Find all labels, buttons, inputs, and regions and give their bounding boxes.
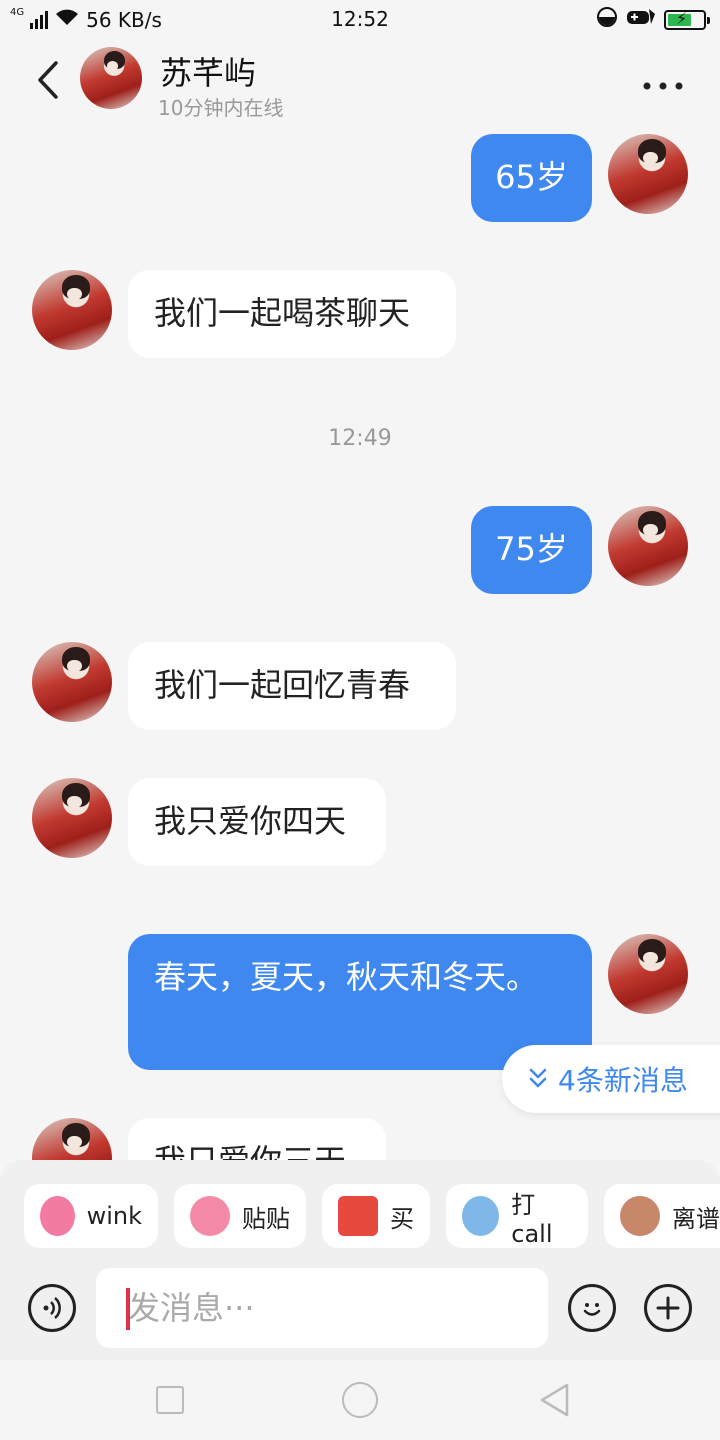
double-chevron-down-icon <box>528 1063 548 1096</box>
contact-avatar[interactable] <box>32 642 112 722</box>
sticker-buy[interactable]: 买 <box>322 1184 430 1248</box>
my-avatar[interactable] <box>608 506 688 586</box>
contact-avatar[interactable] <box>32 778 112 858</box>
call-sticker-icon <box>462 1196 500 1236</box>
message-bubble-received[interactable]: 我只爱你四天 <box>128 778 386 866</box>
sticker-label: 离谱 <box>672 1204 720 1233</box>
recent-apps-icon[interactable] <box>156 1386 184 1414</box>
message-bubble-sent[interactable]: 65岁 <box>471 134 592 222</box>
buy-sticker-icon <box>338 1196 378 1236</box>
message-bubble-sent[interactable]: 75岁 <box>471 506 592 594</box>
text-cursor <box>126 1288 130 1330</box>
composer-panel: wink 贴贴 买 打call 离谱 <box>0 1160 720 1360</box>
message-bubble-received[interactable]: 我们一起回忆青春 <box>128 642 456 730</box>
my-avatar[interactable] <box>608 134 688 214</box>
new-messages-button[interactable]: 4条新消息 <box>502 1045 720 1113</box>
sticker-suggestions: wink 贴贴 买 打call 离谱 <box>0 1184 720 1248</box>
message-bubble-received[interactable]: 我只爱你三天 <box>128 1118 386 1160</box>
message-input[interactable] <box>96 1268 548 1348</box>
sticker-wink[interactable]: wink <box>24 1184 158 1248</box>
time-separator: 12:49 <box>328 426 392 451</box>
sticker-label: 买 <box>390 1204 414 1233</box>
plus-icon[interactable] <box>644 1284 692 1332</box>
sticker-label: 打call <box>511 1190 553 1248</box>
contact-avatar[interactable] <box>32 270 112 350</box>
status-right: ⚡ <box>596 6 710 33</box>
new-messages-label: 4条新消息 <box>558 1064 688 1097</box>
my-avatar[interactable] <box>608 934 688 1014</box>
sticker-label: 贴贴 <box>242 1204 290 1233</box>
status-bar: 4G 56 KB/s 12:52 ⚡ <box>0 0 720 40</box>
sticker-dacall[interactable]: 打call <box>446 1184 588 1248</box>
contact-avatar[interactable] <box>32 1118 112 1160</box>
alarm-icon <box>596 6 618 33</box>
chat-header: 苏芊屿 10分钟内在线 <box>0 40 720 122</box>
input-row <box>0 1268 720 1348</box>
contact-avatar[interactable] <box>80 47 142 109</box>
emoji-icon[interactable] <box>568 1284 616 1332</box>
sticker-lipu[interactable]: 离谱 <box>604 1184 720 1248</box>
system-nav-bar <box>0 1360 720 1440</box>
home-icon[interactable] <box>342 1382 378 1418</box>
shocked-sticker-icon <box>620 1196 660 1236</box>
more-icon[interactable] <box>642 64 684 99</box>
wink-sticker-icon <box>40 1196 75 1236</box>
contact-online-status: 10分钟内在线 <box>158 96 284 120</box>
battery-charging-icon: ⚡ <box>664 9 710 30</box>
gamepad-icon <box>626 6 656 33</box>
chevron-left-icon[interactable] <box>30 60 66 100</box>
sticker-label: wink <box>86 1202 142 1230</box>
sticker-tietie[interactable]: 贴贴 <box>174 1184 306 1248</box>
message-bubble-received[interactable]: 我们一起喝茶聊天 <box>128 270 456 358</box>
voice-icon[interactable] <box>28 1284 76 1332</box>
message-list[interactable]: 65岁 我们一起喝茶聊天 12:49 75岁 我们一起回忆青春 我只爱你四天 春… <box>0 122 720 1160</box>
contact-name[interactable]: 苏芊屿 <box>160 48 256 94</box>
hug-sticker-icon <box>190 1196 230 1236</box>
